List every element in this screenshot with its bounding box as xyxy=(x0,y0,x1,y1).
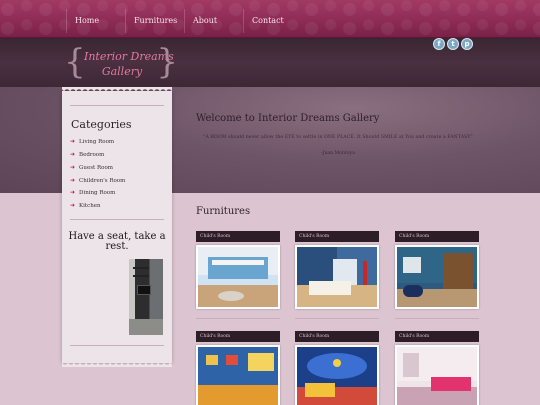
picture xyxy=(403,257,421,273)
nav-home[interactable]: Home xyxy=(66,9,124,33)
sidebar-rule-bottom xyxy=(70,345,164,346)
category-kitchen[interactable]: ➜ Kitchen xyxy=(70,202,101,209)
sofa xyxy=(431,377,471,391)
twitter-icon[interactable]: t xyxy=(447,38,459,50)
room-image[interactable] xyxy=(196,245,280,309)
facebook-icon[interactable]: f xyxy=(433,38,445,50)
room-image[interactable] xyxy=(295,245,379,309)
logo-line2: Gallery xyxy=(101,65,143,78)
shelf xyxy=(133,275,149,277)
card-label: Child's Room xyxy=(196,331,280,342)
category-dining-room[interactable]: ➜ Dining Room xyxy=(70,189,115,196)
category-label: Guest Room xyxy=(79,165,113,171)
floor xyxy=(129,319,163,335)
category-label: Dining Room xyxy=(79,190,116,196)
room-image[interactable] xyxy=(295,345,379,405)
category-guest-room[interactable]: ➜ Guest Room xyxy=(70,164,113,171)
chair xyxy=(403,285,423,297)
cabinet xyxy=(403,353,419,377)
card-label: Child's Room xyxy=(295,331,379,342)
rest-title: Have a seat, take a rest. xyxy=(68,231,166,252)
logo-brace-right: } xyxy=(156,42,178,82)
room-image[interactable] xyxy=(395,245,479,309)
category-childrens-room[interactable]: ➜ Children's Room xyxy=(70,177,125,184)
site-logo[interactable]: { Interior Dreams Gallery } xyxy=(64,42,178,82)
card-rule xyxy=(295,318,379,319)
quote-author: -Juan Montoya xyxy=(321,151,355,156)
mattress xyxy=(212,260,264,265)
frame xyxy=(206,355,218,365)
category-label: Kitchen xyxy=(79,203,101,209)
category-label: Children's Room xyxy=(79,178,126,184)
nav-about[interactable]: About xyxy=(184,9,242,33)
card-label: Child's Room xyxy=(196,231,280,242)
category-bedroom[interactable]: ➜ Bedroom xyxy=(70,151,104,158)
sidebar-rule-mid xyxy=(70,219,164,220)
room-image[interactable] xyxy=(395,345,479,405)
floor xyxy=(198,385,278,405)
arrow-icon: ➜ xyxy=(70,177,76,184)
arrow-icon: ➜ xyxy=(70,202,76,209)
bed xyxy=(305,383,335,397)
arrow-icon: ➜ xyxy=(70,189,76,196)
pinterest-icon[interactable]: p xyxy=(461,38,473,50)
room-image[interactable] xyxy=(196,345,280,405)
nav-contact[interactable]: Contact xyxy=(243,9,301,33)
frame xyxy=(226,355,238,365)
welcome-quote: "A ROOM should never allow the EYE to se… xyxy=(203,135,473,140)
card-rule xyxy=(395,318,479,319)
nav-furnitures[interactable]: Furnitures xyxy=(125,9,183,33)
category-living-room[interactable]: ➜ Living Room xyxy=(70,138,114,145)
welcome-title: Welcome to Interior Dreams Gallery xyxy=(196,113,380,124)
living-room-image xyxy=(129,259,163,335)
card-label: Child's Room xyxy=(395,331,479,342)
categories-title: Categories xyxy=(71,118,132,131)
loft-bed xyxy=(443,253,473,293)
arrow-icon: ➜ xyxy=(70,151,76,158)
logo-line1: Interior Dreams xyxy=(84,50,174,63)
arrow-icon: ➜ xyxy=(70,138,76,145)
lamp xyxy=(363,261,367,285)
rug xyxy=(218,291,244,301)
arrow-icon: ➜ xyxy=(70,164,76,171)
shelf xyxy=(248,353,274,371)
card-label: Child's Room xyxy=(295,231,379,242)
logo-brace-left: { xyxy=(64,42,86,82)
card-rule xyxy=(196,318,280,319)
shelf xyxy=(133,267,149,269)
moon xyxy=(333,359,341,367)
tv xyxy=(137,285,151,295)
furnitures-title: Furnitures xyxy=(196,206,251,217)
category-label: Living Room xyxy=(79,139,115,145)
card-label: Child's Room xyxy=(395,231,479,242)
sidebar: Categories ➜ Living Room ➜ Bedroom ➜ Guest … xyxy=(62,91,172,367)
category-label: Bedroom xyxy=(79,152,105,158)
bed xyxy=(309,281,351,295)
sidebar-rule-top xyxy=(70,105,164,106)
